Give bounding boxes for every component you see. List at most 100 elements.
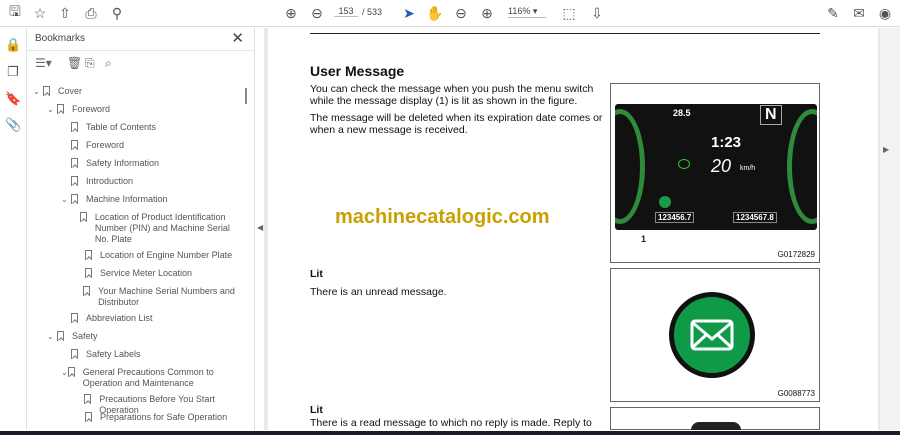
bookmark-item[interactable]: Introduction xyxy=(61,176,245,187)
bookmark-icon xyxy=(71,140,78,150)
bookmark-label: Safety Labels xyxy=(86,349,141,359)
callout-number: 1 xyxy=(641,234,647,244)
bookmark-icon xyxy=(71,313,78,323)
bookmark-label: General Precautions Common to Operation … xyxy=(82,367,214,388)
bookmark-icon xyxy=(57,331,64,341)
email-icon[interactable]: ✉ xyxy=(850,4,868,22)
bookmark-tools: ☰▾ 🗑 ⎘ ⌕ xyxy=(27,50,255,76)
bookmark-item[interactable]: Abbreviation List xyxy=(61,313,245,324)
pdf-page: User Message You can check the message w… xyxy=(268,28,878,430)
zoom-out-icon[interactable]: ⊖ xyxy=(452,4,470,22)
next-page-icon[interactable]: ⊖ xyxy=(308,4,326,22)
lock-icon[interactable]: 🔒 xyxy=(5,37,21,53)
bookmark-item[interactable]: Table of Contents xyxy=(61,122,245,133)
sign-icon[interactable]: ✎ xyxy=(824,4,842,22)
bookmark-icon xyxy=(71,349,78,359)
bookmark-item[interactable]: Foreword xyxy=(61,140,245,151)
fit-page-icon[interactable]: ⬚ xyxy=(560,4,578,22)
bookmark-icon xyxy=(83,286,91,296)
page-number-input[interactable]: 153 xyxy=(334,6,358,17)
bookmark-label: Foreword xyxy=(72,104,111,114)
zoom-in-icon[interactable]: ⊕ xyxy=(478,4,496,22)
odometer: 123456.7 xyxy=(655,212,695,223)
speed: 20 xyxy=(711,156,732,176)
envelope-icon-partial xyxy=(691,422,741,430)
envelope-icon xyxy=(669,292,755,378)
bookmark-icon xyxy=(84,394,92,404)
bookmark-item[interactable]: ⌄ Safety xyxy=(47,331,245,342)
chevron-down-icon[interactable]: ⌄ xyxy=(33,86,43,97)
bookmark-icon xyxy=(43,86,50,96)
bookmark-item[interactable]: ⌄ General Precautions Common to Operation… xyxy=(61,367,245,389)
temperature: 28.5 xyxy=(673,108,691,118)
account-icon[interactable]: ◉ xyxy=(876,4,894,22)
upload-cloud-icon[interactable]: ⇧ xyxy=(56,4,74,22)
bookmark-label: Service Meter Location xyxy=(100,268,193,278)
bookmark-item[interactable]: Safety Information xyxy=(61,158,245,169)
bookmark-label: Table of Contents xyxy=(86,122,157,132)
scroll-mode-icon[interactable]: ⇩ xyxy=(588,4,606,22)
attachment-icon[interactable]: 📎 xyxy=(5,117,21,133)
bookmark-item[interactable]: ⌄ Cover xyxy=(33,86,245,97)
chevron-down-icon[interactable]: ⌄ xyxy=(47,331,57,342)
zoom-level-select[interactable]: 116% ▾ xyxy=(508,6,546,18)
bookmark-item[interactable]: Safety Labels xyxy=(61,349,245,360)
delete-icon[interactable]: 🗑 xyxy=(67,56,82,70)
left-rail: 🔒 ❐ 🔖 📎 xyxy=(0,28,27,430)
bookmark-label: Cover xyxy=(58,86,83,96)
bookmark-icon[interactable]: 🔖 xyxy=(5,91,21,107)
print-icon[interactable]: ⎙ xyxy=(82,4,100,22)
select-cursor-icon[interactable]: ➤ xyxy=(400,4,418,22)
collapse-panel-icon[interactable]: ◀ xyxy=(257,223,263,232)
pages-icon[interactable]: ❐ xyxy=(5,64,21,80)
hand-tool-icon[interactable]: ✋ xyxy=(426,4,444,22)
page-title: User Message xyxy=(310,63,405,79)
prev-page-icon[interactable]: ⊕ xyxy=(282,4,300,22)
section-label: Lit xyxy=(310,268,323,280)
divider xyxy=(310,33,820,34)
bookmark-item[interactable]: Your Machine Serial Numbers and Distribu… xyxy=(75,286,245,308)
chevron-down-icon[interactable]: ⌄ xyxy=(61,367,68,389)
message-icon-figure: G0088773 xyxy=(610,268,820,402)
paragraph: There is an unread message. xyxy=(310,286,447,298)
right-scroll-strip[interactable]: ▶ xyxy=(880,28,900,430)
bookmark-item[interactable]: Service Meter Location xyxy=(75,268,245,279)
figure-caption: G0172829 xyxy=(777,250,815,259)
chevron-down-icon[interactable]: ⌄ xyxy=(47,104,57,115)
paragraph: The message will be deleted when its exp… xyxy=(310,112,603,136)
figure-caption: G0088773 xyxy=(777,389,815,398)
chevron-down-icon[interactable]: ⌄ xyxy=(61,194,71,205)
bookmark-item[interactable]: Location of Product Identification Numbe… xyxy=(75,212,245,245)
close-icon[interactable]: ✕ xyxy=(231,29,244,47)
zoom-value: 116% xyxy=(508,6,531,16)
scrollbar[interactable] xyxy=(245,88,247,104)
new-bookmark-icon[interactable]: ⎘ xyxy=(85,56,95,71)
save-icon[interactable]: 🖫 xyxy=(6,3,24,22)
bookmark-item[interactable]: ⌄ Foreword xyxy=(47,104,245,115)
watermark: machinecatalogic.com xyxy=(335,206,550,228)
search-icon[interactable]: ⚲ xyxy=(108,4,126,22)
page-total: / 533 xyxy=(362,7,383,17)
expand-right-icon[interactable]: ▶ xyxy=(883,145,889,154)
clock: 1:23 xyxy=(711,134,742,151)
bookmark-item[interactable]: ⌄ Machine Information xyxy=(61,194,245,205)
bookmark-item[interactable]: Location of Engine Number Plate xyxy=(75,250,245,261)
bookmark-search-icon[interactable]: ⌕ xyxy=(105,56,112,71)
bookmark-label: Safety xyxy=(72,331,98,341)
paragraph: You can check the message when you push … xyxy=(310,83,594,107)
star-icon[interactable]: ☆ xyxy=(31,4,49,22)
bookmark-label: Preparations for Safe Operation xyxy=(100,412,228,422)
bookmark-item[interactable]: Preparations for Safe Operation xyxy=(75,412,245,423)
bookmark-icon xyxy=(71,122,78,132)
options-menu-icon[interactable]: ☰▾ xyxy=(35,56,52,70)
bookmark-label: Your Machine Serial Numbers and Distribu… xyxy=(98,286,235,307)
